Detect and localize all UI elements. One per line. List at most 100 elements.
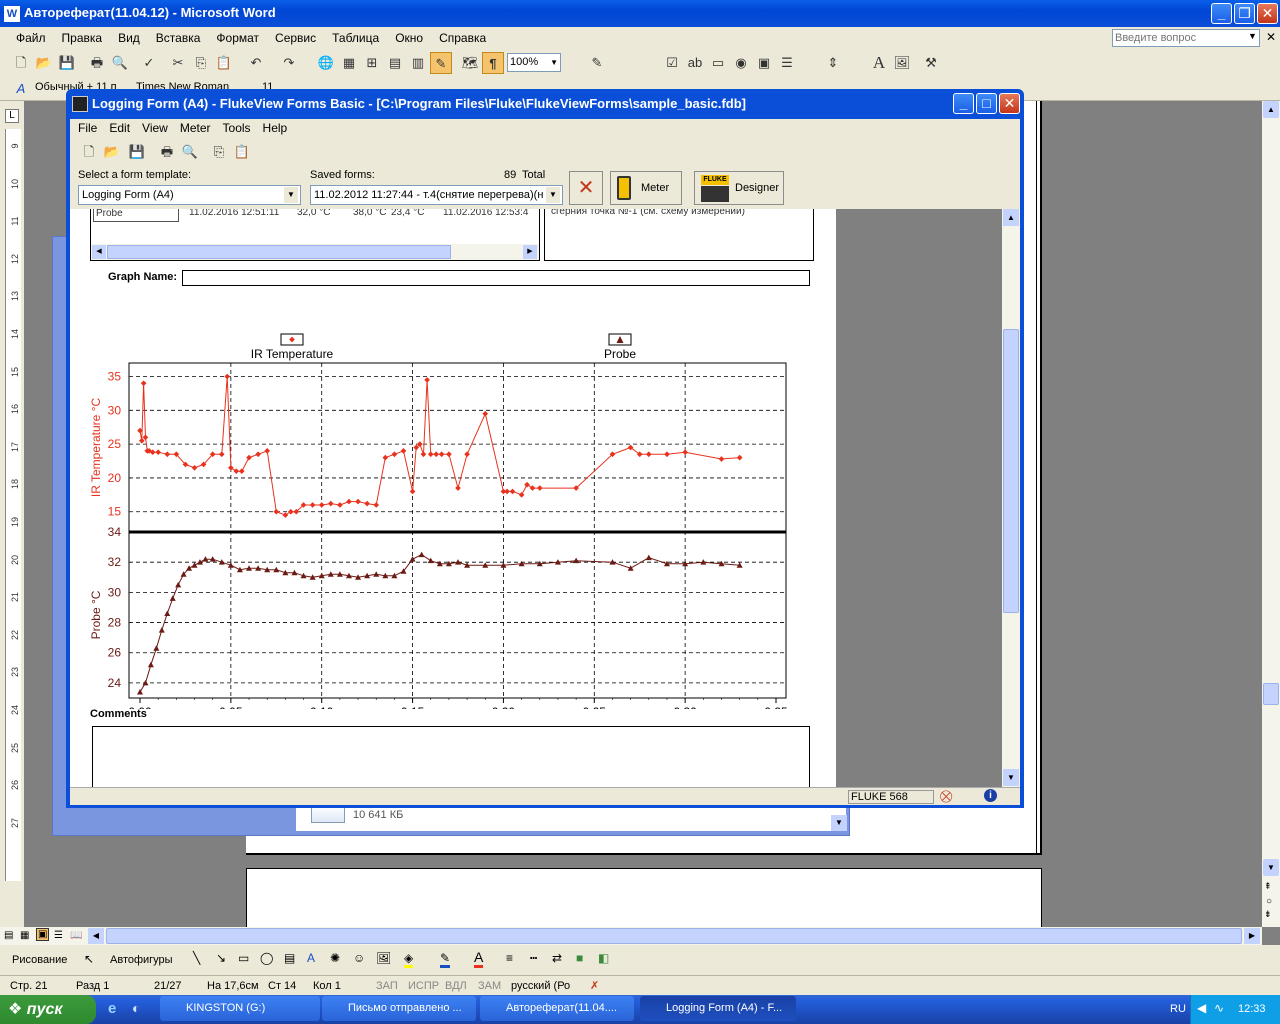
- textbox-icon[interactable]: ▤: [284, 951, 295, 965]
- word-restore-button[interactable]: ❐: [1234, 3, 1255, 24]
- table-scroll-thumb[interactable]: [107, 245, 451, 259]
- start-button[interactable]: ❖ пуск: [0, 995, 96, 1024]
- fluke-minimize-button[interactable]: _: [953, 93, 974, 114]
- undo-icon[interactable]: ↶: [245, 52, 267, 74]
- help-dropdown-arrow-icon[interactable]: ▼: [1248, 31, 1257, 41]
- word-app-icon[interactable]: W: [4, 6, 20, 22]
- image-icon[interactable]: 🖼: [891, 52, 913, 74]
- fluke-menu-item[interactable]: File: [72, 119, 103, 137]
- scroll-up-icon[interactable]: ▲: [1263, 101, 1279, 118]
- saved-forms-select[interactable]: 11.02.2012 11:27:44 - т.4(снятие перегре…: [310, 185, 563, 205]
- fluke-close-button[interactable]: ✕: [999, 93, 1020, 114]
- drawing-icon[interactable]: ✎: [430, 52, 452, 74]
- fluke-paste-icon[interactable]: 📋: [231, 141, 253, 163]
- word-menu-item[interactable]: Вид: [112, 29, 146, 47]
- forms-listbox-icon[interactable]: ▭: [707, 52, 729, 74]
- template-select[interactable]: Logging Form (A4) ▼: [78, 185, 301, 205]
- template-dropdown-icon[interactable]: ▼: [284, 187, 298, 203]
- flukeview-app-icon[interactable]: [72, 96, 88, 112]
- word-menu-item[interactable]: Формат: [210, 29, 265, 47]
- hscroll-left-icon[interactable]: ◀: [88, 928, 104, 944]
- desktop-quicklaunch-icon[interactable]: ◐: [132, 1000, 140, 1016]
- fluke-menu-item[interactable]: Tools: [217, 119, 257, 137]
- status-ext[interactable]: ВДЛ: [441, 978, 471, 994]
- fluke-maximize-button[interactable]: □: [976, 93, 997, 114]
- arrow-icon[interactable]: ↘: [216, 951, 226, 965]
- taskbar-item-flukeview[interactable]: Logging Form (A4) - F...: [640, 996, 796, 1021]
- taskbar-item-word[interactable]: Автореферат(11.04....: [480, 996, 634, 1021]
- picture-icon[interactable]: 🖼: [376, 951, 391, 965]
- tray-back-icon[interactable]: ◀: [1197, 1001, 1206, 1015]
- graph-name-input[interactable]: [182, 270, 810, 286]
- text-a-icon[interactable]: A: [868, 52, 890, 74]
- line-style-icon[interactable]: ≡: [506, 951, 513, 965]
- language-indicator[interactable]: RU: [1170, 1003, 1186, 1015]
- show-hide-icon[interactable]: ¶: [482, 52, 504, 74]
- diagram-icon[interactable]: ✺: [330, 951, 340, 965]
- doc-map-icon[interactable]: 🗺: [459, 52, 481, 74]
- new-doc-icon[interactable]: 🗋: [10, 52, 32, 74]
- status-rec[interactable]: ЗАП: [372, 978, 402, 994]
- draw-menu-button[interactable]: Рисование: [12, 954, 67, 966]
- table-scroll-right-icon[interactable]: ▶: [523, 245, 537, 259]
- oval-icon[interactable]: ◯: [260, 951, 273, 965]
- info-icon[interactable]: i: [984, 789, 997, 802]
- fluke-menu-item[interactable]: Edit: [103, 119, 136, 137]
- tools-icon[interactable]: ⚒: [920, 52, 942, 74]
- taskbar-item-mail[interactable]: Письмо отправлено ...: [322, 996, 476, 1021]
- reading-view-icon[interactable]: 📖: [70, 930, 82, 941]
- insert-excel-icon[interactable]: ▤: [384, 52, 406, 74]
- form-scroll-thumb[interactable]: [1003, 329, 1019, 613]
- print-view-icon[interactable]: ▣: [36, 928, 50, 941]
- word-minimize-button[interactable]: _: [1211, 3, 1232, 24]
- word-scroll-thumb[interactable]: [1263, 683, 1279, 705]
- zoom-select[interactable]: 100% ▼: [507, 53, 561, 72]
- table-hscrollbar[interactable]: ◀ ▶: [91, 244, 539, 260]
- styles-icon[interactable]: A: [10, 78, 32, 100]
- normal-view-icon[interactable]: ▤: [4, 930, 13, 941]
- word-menu-item[interactable]: Окно: [389, 29, 429, 47]
- forms-list-icon[interactable]: ☰: [776, 52, 798, 74]
- forms-frame-icon[interactable]: ▣: [753, 52, 775, 74]
- autoshapes-menu-button[interactable]: Автофигуры: [110, 954, 173, 966]
- fluke-preview-icon[interactable]: 🔍: [179, 141, 201, 163]
- word-menu-item[interactable]: Файл: [10, 29, 52, 47]
- hscroll-thumb[interactable]: [106, 928, 1242, 944]
- hyperlink-icon[interactable]: 🌐: [315, 52, 337, 74]
- columns-icon[interactable]: ▥: [407, 52, 429, 74]
- word-menu-item[interactable]: Таблица: [326, 29, 385, 47]
- table-scroll-left-icon[interactable]: ◀: [92, 245, 106, 259]
- web-view-icon[interactable]: ▦: [20, 930, 29, 941]
- ruler-tab-selector[interactable]: L: [5, 109, 19, 123]
- status-trk[interactable]: ИСПР: [404, 978, 443, 994]
- next-page-icon[interactable]: ⇟: [1264, 909, 1272, 920]
- word-menu-item[interactable]: Правка: [56, 29, 109, 47]
- 3d-icon[interactable]: ◧: [598, 951, 609, 965]
- clipart-icon[interactable]: ☺: [353, 951, 365, 965]
- meter-button[interactable]: Meter: [610, 171, 682, 205]
- word-menu-item[interactable]: Вставка: [150, 29, 207, 47]
- fluke-open-icon[interactable]: 📂: [101, 141, 123, 163]
- font-color-icon[interactable]: A: [474, 949, 484, 968]
- hscroll-right-icon[interactable]: ▶: [1244, 928, 1260, 944]
- delete-form-button[interactable]: ✕: [569, 171, 603, 205]
- form-scroll-down-icon[interactable]: ▼: [1003, 769, 1019, 786]
- word-vertical-scrollbar[interactable]: ▲ ▼ ⇞ ○ ⇟: [1262, 101, 1280, 927]
- help-question-input[interactable]: [1112, 29, 1260, 47]
- tray-audio-icon[interactable]: ∿: [1214, 1001, 1224, 1015]
- fill-color-icon[interactable]: ◈: [404, 951, 414, 968]
- redo-icon[interactable]: ↷: [278, 52, 300, 74]
- paste-icon[interactable]: 📋: [213, 52, 235, 74]
- word-horizontal-scrollbar[interactable]: ▤ ▦ ▣ ☰ 📖 ◀ ▶: [0, 927, 1262, 945]
- forms-radio-icon[interactable]: ◉: [730, 52, 752, 74]
- close-document-icon[interactable]: ✕: [1266, 30, 1276, 44]
- prev-page-icon[interactable]: ⇞: [1264, 881, 1272, 892]
- fluke-new-icon[interactable]: 🗋: [78, 141, 100, 163]
- preview-icon[interactable]: 🔍: [109, 52, 131, 74]
- save-icon[interactable]: 💾: [56, 52, 78, 74]
- forms-checkbox-icon[interactable]: ☑: [661, 52, 683, 74]
- outline-view-icon[interactable]: ☰: [54, 930, 63, 941]
- table-row[interactable]: Probe 11.02.2016 12:51:11 32,0 °C 38,0 °…: [91, 209, 537, 222]
- browse-object-icon[interactable]: ○: [1266, 896, 1272, 907]
- saved-dropdown-icon[interactable]: ▼: [546, 187, 560, 203]
